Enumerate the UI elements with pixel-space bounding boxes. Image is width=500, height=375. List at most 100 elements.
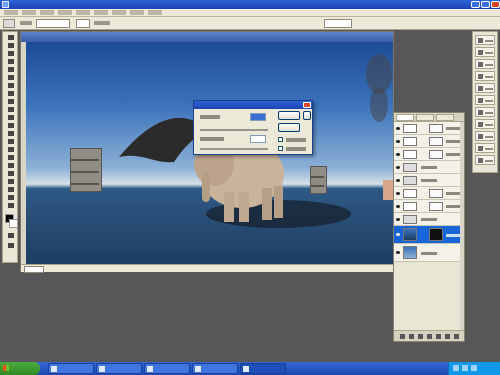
tab-paths[interactable] [436,114,454,121]
menu-bar [0,9,500,17]
brushes-palette-button[interactable] [475,119,495,129]
menu-layer[interactable] [58,10,72,15]
slice-tool-icon[interactable] [5,74,16,81]
layer-row[interactable] [394,213,464,226]
menu-image[interactable] [40,10,54,15]
quick-mask-icon[interactable] [5,232,16,239]
tab-layers[interactable] [396,114,414,121]
navigator-palette-button[interactable] [475,35,495,45]
field1-input[interactable] [250,113,266,121]
layer-row[interactable] [394,200,464,213]
layer-row[interactable] [394,244,464,262]
blur-tool-icon[interactable] [5,130,16,137]
option1-checkbox[interactable] [278,137,283,142]
pen-tool-icon[interactable] [5,162,16,169]
paragraph-palette-button[interactable] [475,143,495,153]
notes-tool-icon[interactable] [5,178,16,185]
ok-button[interactable] [278,111,300,120]
layer-comps-palette-button[interactable] [475,155,495,165]
taskbar-item-active[interactable] [240,363,286,374]
tray-icon[interactable] [471,365,477,371]
menu-window[interactable] [130,10,144,15]
new-layer-icon[interactable] [445,334,450,339]
taskbar-item[interactable] [192,363,238,374]
minimize-button[interactable] [471,1,480,8]
add-mask-icon[interactable] [418,334,423,339]
hand-tool-icon[interactable] [5,194,16,201]
menu-edit[interactable] [22,10,36,15]
new-adjustment-layer-icon[interactable] [427,334,432,339]
layer-style-icon[interactable] [409,334,414,339]
field1-slider[interactable] [200,129,268,131]
type-tool-icon[interactable] [5,154,16,161]
history-palette-button[interactable] [475,95,495,105]
eyedropper-tool-icon[interactable] [5,186,16,193]
tab-channels[interactable] [416,114,434,121]
layers-scrollbar[interactable] [460,122,464,330]
character-palette-button[interactable] [475,131,495,141]
taskbar-item[interactable] [48,363,94,374]
option-checkbox[interactable] [76,19,90,28]
crop-tool-icon[interactable] [5,66,16,73]
delete-layer-icon[interactable] [454,334,459,339]
oil-rig-left [70,148,102,192]
layer-row[interactable] [394,135,464,148]
layer-row[interactable] [394,122,464,135]
cancel-button[interactable] [278,123,300,132]
field2-input[interactable] [250,135,266,143]
layer-row[interactable] [394,148,464,161]
brush-tool-icon[interactable] [5,90,16,97]
dodge-tool-icon[interactable] [5,138,16,145]
path-selection-tool-icon[interactable] [5,146,16,153]
color-palette-button[interactable] [475,59,495,69]
menu-file[interactable] [4,10,18,15]
layer-row[interactable] [394,187,464,200]
zoom-field[interactable] [24,266,44,273]
option-label [94,21,110,25]
zoom-tool-icon[interactable] [5,202,16,209]
background-color-swatch[interactable] [9,219,18,228]
layer-row[interactable] [394,161,464,174]
taskbar-item[interactable] [96,363,142,374]
move-tool-icon[interactable] [5,34,16,41]
gradient-tool-icon[interactable] [5,122,16,129]
actions-palette-button[interactable] [475,107,495,117]
menu-help[interactable] [148,10,162,15]
close-button[interactable] [491,1,500,8]
eraser-tool-icon[interactable] [5,114,16,121]
adjustment-dialog [193,100,313,155]
maximize-button[interactable] [481,1,490,8]
windows-taskbar [0,362,500,375]
clone-stamp-tool-icon[interactable] [5,98,16,105]
lasso-tool-icon[interactable] [5,50,16,57]
workspace-dropdown[interactable] [324,19,352,28]
option2-checkbox[interactable] [278,146,283,151]
tray-icon[interactable] [453,365,459,371]
marquee-tool-icon[interactable] [5,42,16,49]
load-button[interactable] [303,111,311,120]
screen-mode-icon[interactable] [5,242,16,249]
dialog-close-button[interactable] [303,102,311,108]
option-dropdown[interactable] [36,19,70,28]
start-button[interactable] [0,362,40,375]
field2-slider[interactable] [200,148,268,150]
layer-row-selected[interactable] [394,226,464,244]
clock [486,362,500,375]
magic-wand-tool-icon[interactable] [5,58,16,65]
menu-filter[interactable] [94,10,108,15]
link-layers-icon[interactable] [400,334,405,339]
taskbar-item[interactable] [144,363,190,374]
swatches-palette-button[interactable] [475,71,495,81]
info-palette-button[interactable] [475,47,495,57]
history-brush-tool-icon[interactable] [5,106,16,113]
layer-row[interactable] [394,174,464,187]
shape-tool-icon[interactable] [5,170,16,177]
new-group-icon[interactable] [436,334,441,339]
option1-label [286,138,306,142]
styles-palette-button[interactable] [475,83,495,93]
current-tool-icon[interactable] [3,19,15,28]
menu-select[interactable] [76,10,90,15]
menu-view[interactable] [112,10,126,15]
healing-brush-tool-icon[interactable] [5,82,16,89]
tray-icon[interactable] [462,365,468,371]
